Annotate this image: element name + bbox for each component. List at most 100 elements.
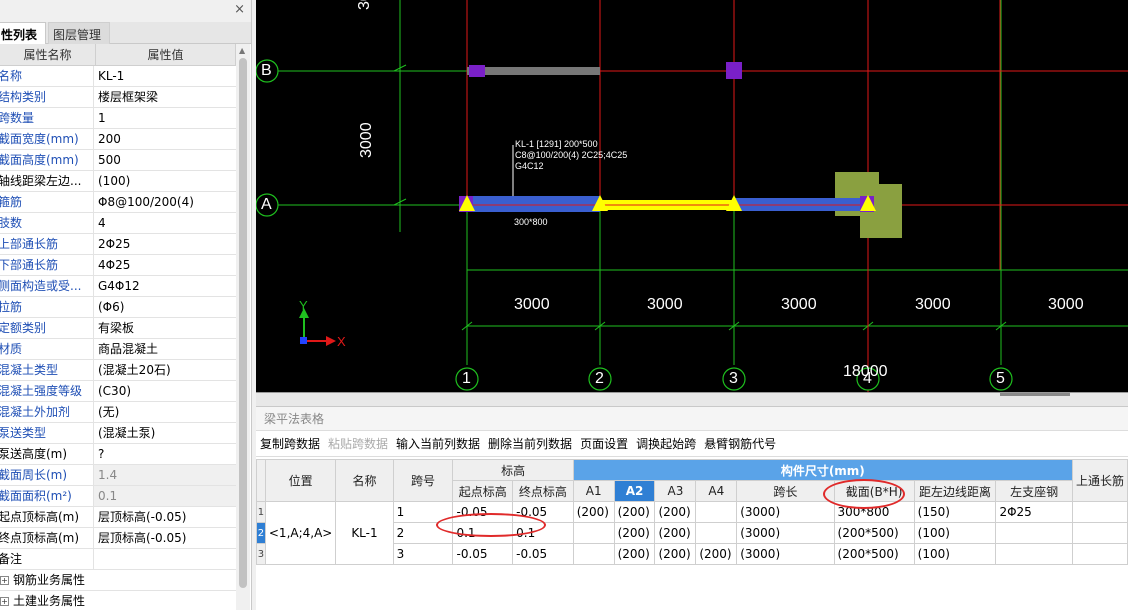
property-row[interactable]: 泵送高度(m)? [0,444,236,465]
property-scrollbar[interactable]: ▲ [236,44,250,610]
property-value[interactable]: (Φ6) [94,297,236,317]
property-value[interactable]: 1 [94,108,236,128]
property-row[interactable]: 轴线距梁左边... (100) [0,171,236,192]
tab-layer-management[interactable]: 图层管理 [48,22,111,44]
property-row[interactable]: 截面面积(m²) 0.1 [0,486,236,507]
row-number[interactable]: 1 [256,501,266,523]
property-value[interactable]: 商品混凝土 [94,339,236,359]
property-row[interactable]: 定额类别 有梁板 [0,318,236,339]
cell-top[interactable] [995,543,1073,565]
property-row[interactable]: 结构类别 楼层框架梁 [0,87,236,108]
cell-end[interactable]: 0.1 [512,522,574,544]
cell-end[interactable]: -0.05 [512,543,574,565]
property-row[interactable]: 泵送类型 (混凝土泵) [0,423,236,444]
property-value[interactable]: ? [94,444,236,464]
property-value[interactable]: 2Φ25 [94,234,236,254]
row-number[interactable]: 3 [256,543,266,565]
cell-start[interactable]: 0.1 [452,522,514,544]
property-value[interactable]: (混凝土泵) [94,423,236,443]
cell-len[interactable]: (3000) [736,522,835,544]
property-row[interactable]: 材质 商品混凝土 [0,339,236,360]
scrollbar-thumb[interactable] [239,58,247,588]
property-value[interactable]: 4 [94,213,236,233]
cell-start[interactable]: -0.05 [452,501,514,523]
property-value[interactable]: Φ8@100/200(4) [94,192,236,212]
cell-top[interactable] [995,522,1073,544]
delete-column-button[interactable]: 删除当前列数据 [488,435,572,452]
cad-canvas[interactable]: B A 1 2 3 4 5 3000 3000 3000 3000 3000 1… [256,0,1128,392]
cell-a3[interactable]: (200) [654,501,697,523]
cell-start[interactable]: -0.05 [452,543,514,565]
cell-left-support[interactable] [1071,501,1128,523]
property-value[interactable]: 层顶标高(-0.05) [94,528,236,548]
scroll-up-icon[interactable]: ▲ [239,46,245,55]
cell-a1[interactable]: (200) [572,501,615,523]
property-row[interactable]: 上部通长筋 2Φ25 [0,234,236,255]
property-value[interactable]: (混凝土20石) [94,360,236,380]
property-value[interactable]: G4Φ12 [94,276,236,296]
property-value[interactable]: 1.4 [94,465,236,485]
property-value[interactable]: 500 [94,150,236,170]
property-row[interactable]: 截面高度(mm) 500 [0,150,236,171]
cell-span[interactable]: 2 [392,522,454,544]
property-value[interactable]: KL-1 [94,66,236,86]
position-cell[interactable]: <1,A;4,A> [264,501,337,565]
cell-a3[interactable]: (200) [654,543,697,565]
cell-section[interactable]: (200*500) [833,543,915,565]
property-row[interactable]: 箍筋 Φ8@100/200(4) [0,192,236,213]
property-value[interactable]: 层顶标高(-0.05) [94,507,236,527]
property-row[interactable]: 混凝土类型 (混凝土20石) [0,360,236,381]
cell-dist[interactable]: (100) [913,543,997,565]
property-value[interactable]: 200 [94,129,236,149]
cell-section[interactable]: 300*800 [833,501,915,523]
property-value[interactable] [94,549,236,569]
cell-top[interactable]: 2Φ25 [995,501,1073,523]
panel-splitter[interactable] [256,392,1128,406]
cell-section[interactable]: (200*500) [833,522,915,544]
table-row[interactable]: 1 <1,A;4,A> KL-1 1 -0.05 -0.05 (200) (200) (200)… [256,501,1128,565]
cell-span[interactable]: 1 [392,501,454,523]
property-row[interactable]: 下部通长筋 4Φ25 [0,255,236,276]
copy-span-button[interactable]: 复制跨数据 [260,435,320,452]
name-cell[interactable]: KL-1 [335,501,394,565]
cantilever-code-button[interactable]: 悬臂钢筋代号 [704,435,776,452]
cell-a2[interactable]: (200) [613,543,656,565]
input-column-button[interactable]: 输入当前列数据 [396,435,480,452]
property-row[interactable]: 拉筋 (Φ6) [0,297,236,318]
paste-span-button[interactable]: 粘贴跨数据 [328,435,388,452]
cell-a4[interactable]: (200) [695,543,738,565]
cell-dist[interactable]: (100) [913,522,997,544]
property-value[interactable]: 4Φ25 [94,255,236,275]
property-row[interactable]: 起点顶标高(m) 层顶标高(-0.05) [0,507,236,528]
cell-left-support[interactable] [1071,543,1128,565]
property-row[interactable]: 截面周长(m) 1.4 [0,465,236,486]
property-row[interactable]: 侧面构造或受... G4Φ12 [0,276,236,297]
cell-span[interactable]: 3 [392,543,454,565]
property-group[interactable]: + 钢筋业务属性 [0,570,236,591]
property-row[interactable]: 混凝土外加剂 (无) [0,402,236,423]
cell-end[interactable]: -0.05 [512,501,574,523]
cell-dist[interactable]: (150) [913,501,997,523]
page-setup-button[interactable]: 页面设置 [580,435,628,452]
property-value[interactable]: 0.1 [94,486,236,506]
cell-a4[interactable] [695,501,738,523]
cell-a2[interactable]: (200) [613,522,656,544]
cell-a1[interactable] [572,543,615,565]
property-value[interactable]: (C30) [94,381,236,401]
property-value[interactable]: 有梁板 [94,318,236,338]
tab-property-list[interactable]: 性列表 [0,22,47,44]
expand-icon[interactable]: + [0,576,9,585]
cell-left-support[interactable] [1071,522,1128,544]
property-row[interactable]: 终点顶标高(m) 层顶标高(-0.05) [0,528,236,549]
property-row[interactable]: 混凝土强度等级 (C30) [0,381,236,402]
cell-len[interactable]: (3000) [736,543,835,565]
property-row[interactable]: 名称 KL-1 [0,66,236,87]
property-row[interactable]: 截面宽度(mm) 200 [0,129,236,150]
property-value[interactable]: 楼层框架梁 [94,87,236,107]
close-icon[interactable]: × [234,2,245,17]
row-number[interactable]: 2 [256,522,266,544]
property-value[interactable]: (100) [94,171,236,191]
cell-a4[interactable] [695,522,738,544]
property-row[interactable]: 跨数量 1 [0,108,236,129]
expand-icon[interactable]: + [0,597,9,606]
